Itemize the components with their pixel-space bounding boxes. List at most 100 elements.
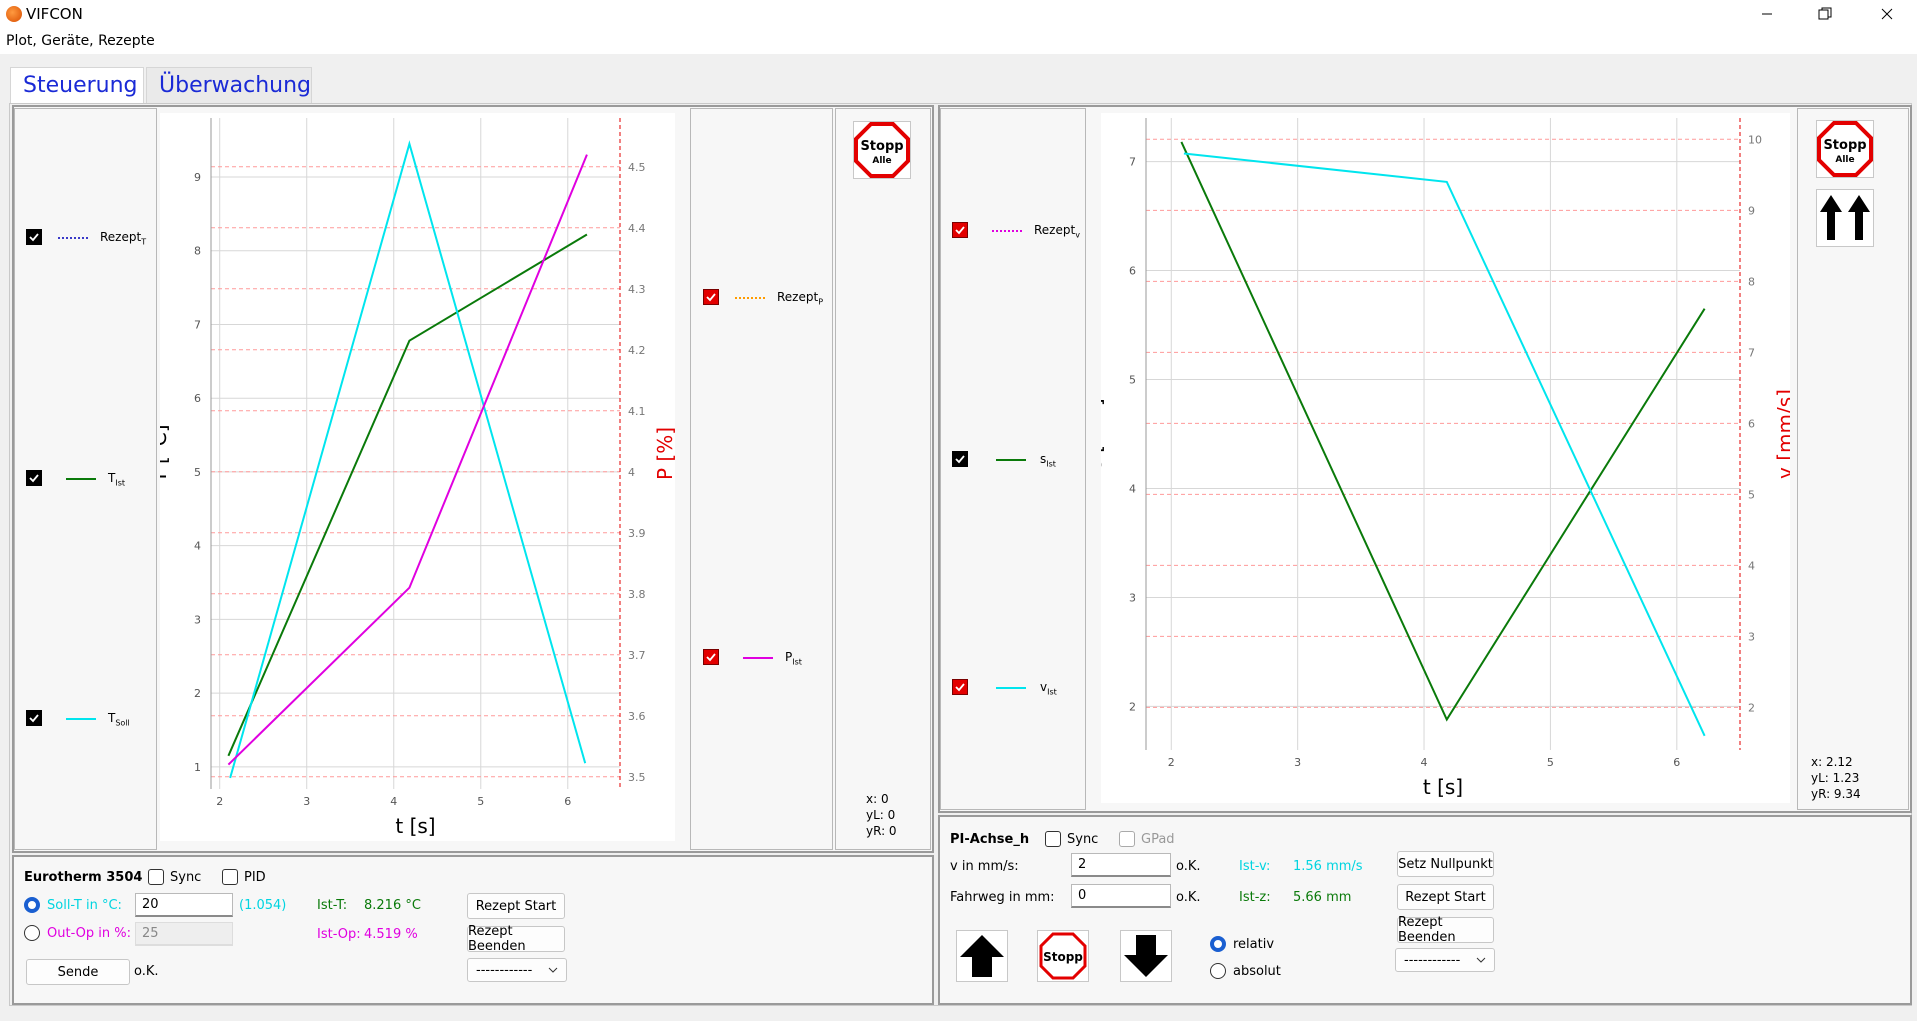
rezept-beenden-button-pi[interactable]: Rezept Beenden [1397,915,1494,945]
rezept-select-eurotherm[interactable]: ------------ [467,958,567,982]
move-down-button[interactable] [1120,930,1172,982]
double-up-arrow-icon[interactable] [1816,189,1874,247]
rezept-select-pi[interactable]: ------------ [1395,948,1495,972]
pi-stopp-button[interactable]: Stopp [1037,930,1089,982]
title-bar [0,0,1917,28]
legend-checkbox-p-ist[interactable] [703,649,719,665]
y-tick-label: 8 [194,245,201,258]
menu-item-plot-geraete-rezepte[interactable]: Plot, Geräte, Rezepte [6,33,155,49]
eurotherm-sync-checkbox[interactable] [148,869,164,885]
y-tick-label: 7 [1129,156,1136,169]
y-right-tick-label: 4.1 [628,405,646,418]
chevron-down-icon [548,967,558,973]
y-right-tick-label: 3.8 [628,588,646,601]
pi-gpad-checkbox[interactable] [1119,831,1135,847]
tab-steuerung[interactable]: Steuerung [10,67,144,103]
close-icon[interactable] [1862,0,1912,28]
pi-achse-title: PI-Achse_h [950,832,1030,847]
soll-t-label: Soll-T in °C: [47,898,122,913]
absolut-radio[interactable] [1210,963,1226,979]
rezept-beenden-button-eurotherm[interactable]: Rezept Beenden [467,924,565,954]
out-op-radio[interactable] [24,925,40,941]
v-input[interactable]: 2 [1071,853,1171,877]
series-line-v-ist [1183,152,1706,737]
svg-text:Stopp: Stopp [1043,950,1083,964]
fahrweg-label: Fahrweg in mm: [950,890,1055,905]
y-axis-label: T [°C] [160,424,171,483]
legend-checkbox-t-soll[interactable] [26,710,42,726]
relativ-label: relativ [1233,937,1275,952]
ist-t-value: 8.216 °C [364,898,421,913]
x-tick-label: 5 [1547,756,1554,769]
legend-label-rezept-v: Rezeptv [1034,223,1080,240]
y-right-tick-label: 9 [1748,204,1755,217]
y-right-tick-label: 6 [1748,417,1755,430]
maximize-icon[interactable] [1800,0,1850,28]
x-axis-label: t [s] [1423,775,1463,799]
y-right-tick-label: 4 [1748,559,1755,572]
x-tick-label: 3 [303,795,310,808]
legend-label-s-ist: sIst [1040,452,1056,469]
out-op-input[interactable]: 25 [135,922,233,946]
x-tick-label: 6 [564,795,571,808]
eurotherm-title: Eurotherm 3504 [24,870,143,885]
ist-z-label: Ist-z: [1239,890,1271,905]
series-line-t-ist [227,233,588,757]
soll-t-input[interactable]: 20 [135,893,233,917]
legend-checkbox-rezept-p[interactable] [703,289,719,305]
relativ-radio[interactable] [1210,936,1226,952]
legend-checkbox-rezept-t[interactable] [26,229,42,245]
legend-line-rezept-p [735,297,765,299]
setz-nullpunkt-button[interactable]: Setz Nullpunkt [1397,851,1494,877]
rezept-start-button-eurotherm[interactable]: Rezept Start [467,893,565,919]
legend-checkbox-v-ist[interactable] [952,679,968,695]
x-tick-label: 2 [216,795,223,808]
y-tick-label: 6 [194,392,201,405]
y-right-tick-label: 4 [628,466,635,479]
y-axis-label: s [mm] [1101,398,1106,469]
x-tick-label: 4 [390,795,397,808]
legend-checkbox-s-ist[interactable] [952,451,968,467]
legend-line-rezept-v [992,230,1022,232]
x-tick-label: 2 [1168,756,1175,769]
chevron-down-icon [1476,957,1486,963]
y-right-tick-label: 2 [1748,701,1755,714]
x-tick-label: 3 [1294,756,1301,769]
y-right-tick-label: 3.7 [628,649,646,662]
legend-line-rezept-t [58,237,88,239]
soll-t-radio[interactable] [24,897,40,913]
fahrweg-status: o.K. [1176,890,1201,905]
y-axis-right-label: v [mm/s] [1773,389,1790,479]
legend-line-s-ist [996,459,1026,461]
y-right-tick-label: 4.4 [628,222,646,235]
stopp-alle-button-right[interactable]: Stopp Alle [1816,120,1874,178]
legend-label-p-ist: PIst [785,650,802,667]
soll-t-readback: (1.054) [239,898,287,913]
y-tick-label: 4 [1129,482,1136,495]
ist-v-value: 1.56 mm/s [1293,859,1363,874]
eurotherm-sync-label: Sync [170,870,202,885]
right-chart: 2 3 4 5 6 2 3 4 5 6 7 2 3 4 5 6 7 8 9 10 t [s] s [mm] v [mm/s] [1101,118,1790,799]
y-right-tick-label: 4.3 [628,283,646,296]
rezept-start-button-pi[interactable]: Rezept Start [1397,884,1494,910]
fahrweg-input[interactable]: 0 [1071,884,1171,908]
legend-label-t-ist: TIst [108,471,126,488]
legend-checkbox-rezept-v[interactable] [952,222,968,238]
left-legend-right [690,108,833,850]
legend-checkbox-t-ist[interactable] [26,470,42,486]
y-right-tick-label: 3 [1748,630,1755,643]
absolut-label: absolut [1233,964,1281,979]
y-right-tick-label: 5 [1748,488,1755,501]
ist-v-label: Ist-v: [1239,859,1271,874]
y-tick-label: 9 [194,171,201,184]
eurotherm-pid-checkbox[interactable] [222,869,238,885]
pi-sync-checkbox[interactable] [1045,831,1061,847]
stopp-alle-button-left[interactable]: Stopp Alle [853,121,911,179]
out-op-label: Out-Op in %: [47,926,131,941]
sende-button[interactable]: Sende [26,959,130,985]
tab-ueberwachung[interactable]: Überwachung [146,67,312,103]
window-title: VIFCON [26,5,83,23]
minimize-icon[interactable] [1742,0,1792,28]
series-line-t-soll [229,140,587,779]
move-up-button[interactable] [956,930,1008,982]
